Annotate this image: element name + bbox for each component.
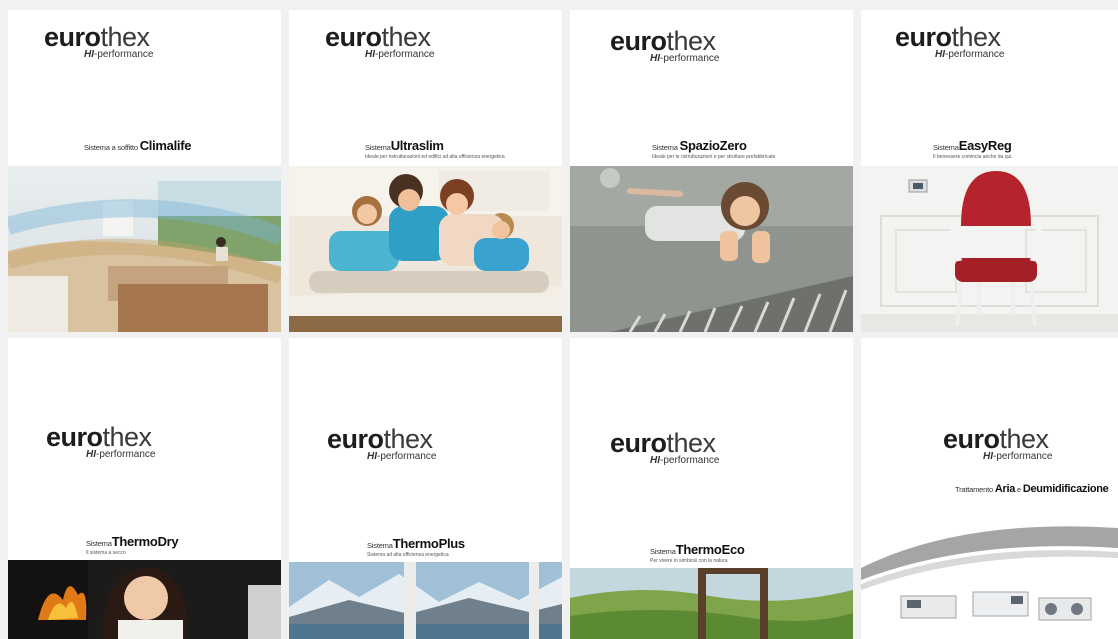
brochure-grid: eurothex HI-performance Sistema a soffit… (0, 0, 1118, 639)
brand-logo: eurothex HI-performance (610, 26, 720, 64)
card-title: SistemaEasyReg (933, 138, 1012, 153)
brand-logo: eurothex HI-performance (943, 424, 1053, 462)
card-tagline: Il sistema a secco (86, 550, 126, 556)
brand-logo: eurothex HI-performance (895, 22, 1005, 60)
card-photo-red-chair (861, 166, 1118, 332)
card-tagline: Il benessere comincia anche da qui. (933, 154, 1013, 160)
card-thermoeco[interactable]: eurothex HI-performance SistemaThermoEco… (570, 338, 853, 639)
card-title: Trattamento Aria e Deumidificazione (955, 483, 1109, 495)
card-photo-family (289, 166, 562, 332)
card-aria-deumidificazione[interactable]: eurothex HI-performance Trattamento Aria… (861, 338, 1118, 639)
card-thermodry[interactable]: eurothex HI-performance SistemaThermoDry… (8, 338, 281, 639)
card-tagline: Ideale per ristrutturazioni ed edifici a… (365, 154, 505, 160)
card-climalife[interactable]: eurothex HI-performance Sistema a soffit… (8, 10, 281, 332)
card-title: SistemaThermoDry (86, 534, 179, 549)
card-photo-girl-floor (570, 166, 853, 332)
card-title: Sistema a soffitto Climalife (84, 138, 192, 153)
card-photo-living-room (8, 166, 281, 332)
card-title: Sistema SpazioZero (652, 138, 747, 153)
brand-logo: eurothex HI-performance (44, 22, 154, 60)
card-photo-air-units (861, 518, 1118, 639)
brand-logo: eurothex HI-performance (325, 22, 435, 60)
card-photo-mountain-lake (289, 562, 562, 639)
brand-logo: eurothex HI-performance (610, 428, 720, 466)
card-spaziozero[interactable]: eurothex HI-performance Sistema SpazioZe… (570, 10, 853, 332)
card-photo-fireplace (8, 560, 281, 639)
card-title: SistemaThermoPlus (367, 536, 465, 551)
card-photo-green-hills (570, 568, 853, 639)
card-tagline: Sistema ad alta efficienza energetica (367, 552, 449, 558)
card-ultraslim[interactable]: eurothex HI-performance SistemaUltraslim… (289, 10, 562, 332)
card-title: SistemaUltraslim (365, 138, 444, 153)
card-tagline: Ideale per le ristrutturazioni e per str… (652, 154, 776, 160)
card-title: SistemaThermoEco (650, 542, 745, 557)
brand-logo: eurothex HI-performance (327, 424, 437, 462)
brand-logo: eurothex HI-performance (46, 422, 156, 460)
card-easyreg[interactable]: eurothex HI-performance SistemaEasyReg I… (861, 10, 1118, 332)
card-thermoplus[interactable]: eurothex HI-performance SistemaThermoPlu… (289, 338, 562, 639)
card-tagline: Per vivere in simbiosi con la natura (650, 558, 728, 564)
